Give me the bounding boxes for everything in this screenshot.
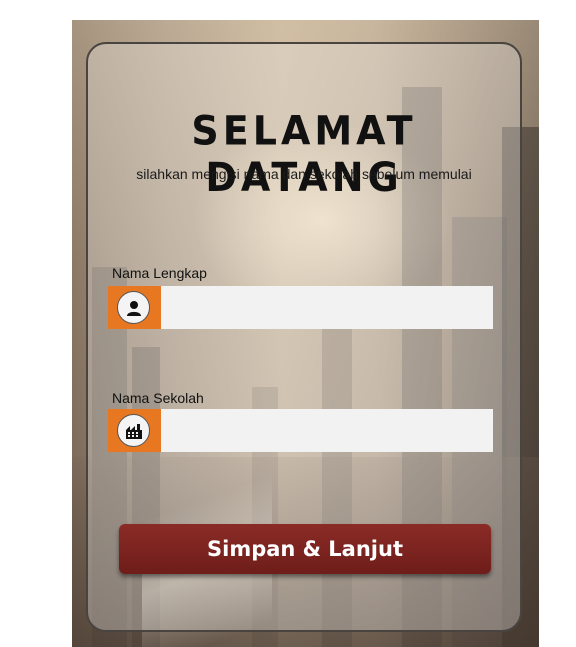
full-name-label: Nama Lengkap [112, 265, 207, 281]
school-name-icon-addon [108, 409, 161, 452]
full-name-icon-addon [108, 286, 161, 329]
welcome-subtitle: silahkan mengisi nama dan sekolah sebelu… [136, 166, 472, 182]
school-icon [117, 414, 150, 447]
school-name-label: Nama Sekolah [112, 390, 204, 406]
full-name-input[interactable] [161, 286, 493, 329]
user-icon [117, 291, 150, 324]
school-name-input[interactable] [161, 409, 493, 452]
full-name-field [108, 286, 493, 329]
save-continue-button[interactable]: Simpan & Lanjut [119, 524, 491, 574]
school-name-field [108, 409, 493, 452]
welcome-title: SELAMAT DATANG [191, 107, 417, 201]
